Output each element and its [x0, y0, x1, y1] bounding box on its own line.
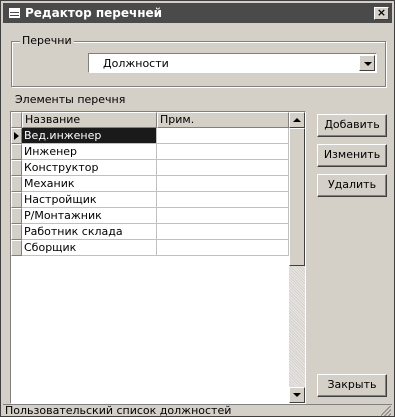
cell-note[interactable]	[157, 128, 289, 144]
row-indicator[interactable]	[11, 192, 22, 208]
cell-note[interactable]	[157, 144, 289, 160]
cell-name[interactable]: Сборщик	[22, 240, 157, 256]
cell-note[interactable]	[157, 224, 289, 240]
cell-note[interactable]	[157, 208, 289, 224]
lists-groupbox-label: Перечни	[20, 34, 74, 47]
add-button[interactable]: Добавить	[317, 114, 387, 137]
column-header-note[interactable]: Прим.	[157, 112, 289, 128]
list-window-icon	[9, 8, 20, 18]
cell-name[interactable]: Конструктор	[22, 160, 157, 176]
close-button[interactable]: Закрыть	[317, 374, 387, 397]
list-select-value: Должности	[103, 57, 169, 70]
cell-note[interactable]	[157, 240, 289, 256]
cell-note[interactable]	[157, 192, 289, 208]
cell-name[interactable]: Работник склада	[22, 224, 157, 240]
row-indicator[interactable]	[11, 208, 22, 224]
title-bar[interactable]: Редактор перечней ×	[3, 3, 392, 23]
row-indicator[interactable]	[11, 224, 22, 240]
window-title: Редактор перечней	[25, 6, 163, 20]
edit-button[interactable]: Изменить	[317, 144, 387, 167]
editor-window: Редактор перечней × Перечни Должности Эл…	[0, 0, 395, 417]
arrow-up-icon[interactable]	[289, 112, 305, 128]
chevron-down-icon[interactable]	[359, 55, 375, 71]
resize-grip-icon[interactable]	[381, 406, 391, 416]
cell-name[interactable]: Механик	[22, 176, 157, 192]
scroll-thumb[interactable]	[289, 128, 305, 266]
close-icon[interactable]: ×	[374, 7, 389, 20]
cell-note[interactable]	[157, 176, 289, 192]
cell-name[interactable]: Вед.инженер	[22, 128, 157, 144]
row-indicator[interactable]	[11, 240, 22, 256]
cell-name[interactable]: Настройщик	[22, 192, 157, 208]
cell-name[interactable]: Р/Монтажник	[22, 208, 157, 224]
status-text: Пользовательский список должностей	[5, 404, 232, 416]
elements-grid[interactable]: Название Прим. Вед.инженер Инженер Констру…	[10, 111, 306, 404]
cell-name[interactable]: Инженер	[22, 144, 157, 160]
row-indicator[interactable]	[11, 144, 22, 160]
cell-note[interactable]	[157, 160, 289, 176]
arrow-down-icon[interactable]	[289, 387, 305, 403]
delete-button[interactable]: Удалить	[317, 174, 387, 197]
row-pointer-icon	[14, 132, 19, 140]
elements-label: Элементы перечня	[15, 93, 126, 106]
row-indicator[interactable]	[11, 176, 22, 192]
list-select[interactable]: Должности	[88, 53, 377, 73]
row-indicator[interactable]	[11, 128, 22, 144]
lists-groupbox: Перечни Должности	[11, 34, 386, 87]
vertical-scrollbar[interactable]	[289, 112, 305, 403]
status-bar: Пользовательский список должностей	[3, 404, 392, 416]
header-indicator	[11, 112, 22, 128]
row-indicator[interactable]	[11, 160, 22, 176]
column-header-name[interactable]: Название	[22, 112, 157, 128]
